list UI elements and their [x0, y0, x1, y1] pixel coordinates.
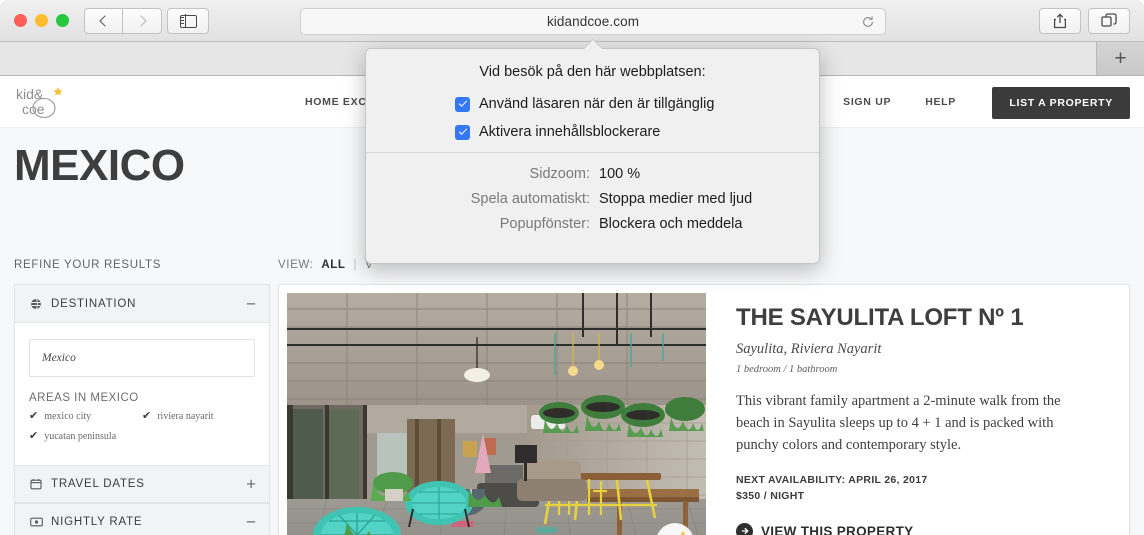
kidandcoe-watermark: kid& coe — [656, 523, 694, 535]
globe-icon — [29, 298, 43, 310]
area-checkbox-riviera-nayarit[interactable]: ✔ riviera nayarit — [142, 410, 255, 423]
collapse-toggle-travel-dates[interactable]: + — [246, 476, 256, 493]
property-description: This vibrant family apartment a 2-minute… — [736, 393, 1061, 454]
filter-title-destination: DESTINATION — [51, 297, 137, 310]
setting-value[interactable]: 100 % — [599, 166, 640, 182]
kidandcoe-logo[interactable]: kid& coe — [14, 82, 72, 124]
address-bar[interactable]: kidandcoe.com — [300, 8, 886, 35]
popover-title: Vid besök på den här webbplatsen: — [479, 64, 706, 80]
minimize-window-button[interactable] — [35, 14, 48, 27]
browser-toolbar: kidandcoe.com — [0, 0, 1144, 42]
view-this-property-link[interactable]: VIEW THIS PROPERTY — [736, 522, 1107, 535]
destination-input[interactable] — [29, 339, 255, 377]
show-all-tabs-icon — [1101, 13, 1117, 27]
check-icon: ✔ — [29, 430, 39, 442]
show-tabs-button[interactable] — [1088, 8, 1130, 34]
check-icon: ✔ — [142, 410, 152, 422]
view-switcher: VIEW: ALL | V — [278, 259, 373, 271]
property-price: $350 / NIGHT — [736, 490, 805, 503]
filter-section-nightly-rate-header[interactable]: NIGHTLY RATE − — [15, 503, 269, 535]
setting-row-popup-windows[interactable]: Popupfönster: Blockera och meddela — [366, 216, 819, 232]
filter-title-nightly-rate: NIGHTLY RATE — [51, 516, 143, 528]
area-label: mexico city — [44, 411, 92, 422]
calendar-icon — [29, 478, 43, 490]
view-option-all[interactable]: ALL — [321, 259, 345, 271]
area-label: riviera nayarit — [157, 411, 214, 422]
view-this-property-label: VIEW THIS PROPERTY — [761, 523, 914, 535]
check-icon: ✔ — [29, 410, 39, 422]
collapse-toggle-destination[interactable]: − — [246, 295, 256, 312]
view-separator: | — [353, 259, 358, 271]
chevron-left-icon — [99, 15, 111, 27]
area-checkbox-yucatan-peninsula[interactable]: ✔ yucatan peninsula — [29, 430, 255, 443]
back-button[interactable] — [84, 8, 123, 34]
reload-icon[interactable] — [861, 15, 875, 29]
checkbox-enable-content-blockers[interactable]: Aktivera innehållsblockerare — [455, 124, 819, 140]
popover-settings-rows: Sidzoom: 100 % Spela automatiskt: Stoppa… — [366, 153, 819, 232]
area-label: yucatan peninsula — [44, 431, 117, 442]
nav-item-help[interactable]: HELP — [925, 96, 956, 108]
setting-row-page-zoom[interactable]: Sidzoom: 100 % — [366, 166, 819, 182]
popover-arrow — [583, 40, 602, 49]
refine-results-label: REFINE YOUR RESULTS — [14, 259, 162, 271]
property-next-availability: NEXT AVAILABILITY: APRIL 26, 2017 — [736, 474, 928, 487]
share-button[interactable] — [1039, 8, 1081, 34]
navigation-buttons — [84, 8, 162, 34]
setting-label: Spela automatiskt: — [470, 191, 590, 207]
page-title: MEXICO — [14, 141, 185, 190]
chevron-right-icon — [134, 15, 147, 27]
filter-section-destination-body: AREAS IN MEXICO ✔ mexico city ✔ riviera … — [15, 323, 269, 465]
property-location: Sayulita, Riviera Nayarit — [736, 341, 882, 358]
setting-row-auto-play[interactable]: Spela automatiskt: Stoppa medier med lju… — [366, 191, 819, 207]
property-availability-block: NEXT AVAILABILITY: APRIL 26, 2017 $350 /… — [736, 473, 1107, 505]
property-card[interactable]: kid& coe THE SAYULITA LOFT Nº 1 Sayulita… — [278, 284, 1130, 535]
areas-checkbox-group: ✔ mexico city ✔ riviera nayarit ✔ yucata… — [29, 411, 255, 451]
money-icon — [29, 517, 43, 527]
filter-title-travel-dates: TRAVEL DATES — [51, 478, 145, 490]
loft-interior-image — [287, 293, 706, 535]
setting-label: Sidzoom: — [529, 166, 590, 182]
popover-checkbox-group: Använd läsaren när den är tillgänglig Ak… — [366, 80, 819, 140]
share-icon — [1053, 13, 1067, 29]
setting-value[interactable]: Blockera och meddela — [599, 216, 742, 232]
window-controls — [14, 14, 69, 27]
checkbox-label: Aktivera innehållsblockerare — [479, 124, 661, 140]
areas-label: AREAS IN MEXICO — [29, 392, 139, 404]
list-a-property-button[interactable]: LIST A PROPERTY — [992, 87, 1130, 119]
safari-window: kidandcoe.com + kid& coe HOME EXCHANGE S… — [0, 0, 1144, 535]
toolbar-right-buttons — [1039, 8, 1130, 34]
collapse-toggle-nightly-rate[interactable]: − — [246, 514, 256, 531]
property-details: THE SAYULITA LOFT Nº 1 Sayulita, Riviera… — [706, 293, 1121, 535]
checkbox-use-reader[interactable]: Använd läsaren när den är tillgänglig — [455, 96, 819, 112]
checkbox-label: Använd läsaren när den är tillgänglig — [479, 96, 715, 112]
sidebar-toggle-button[interactable] — [167, 8, 209, 34]
website-settings-popover: Vid besök på den här webbplatsen: Använd… — [365, 40, 820, 264]
filter-section-destination-header[interactable]: DESTINATION − — [15, 285, 269, 323]
filter-section-travel-dates-header[interactable]: TRAVEL DATES + — [15, 465, 269, 503]
new-tab-button[interactable]: + — [1097, 42, 1144, 75]
zoom-window-button[interactable] — [56, 14, 69, 27]
url-text: kidandcoe.com — [546, 14, 640, 29]
close-window-button[interactable] — [14, 14, 27, 27]
checkbox-checked-icon[interactable] — [455, 96, 470, 112]
view-label: VIEW: — [278, 259, 314, 271]
setting-value[interactable]: Stoppa medier med ljud — [599, 191, 752, 207]
filter-sidebar: DESTINATION − AREAS IN MEXICO ✔ mexico c… — [14, 284, 270, 535]
property-rooms: 1 bedroom / 1 bathroom — [736, 364, 838, 376]
setting-label: Popupfönster: — [499, 216, 590, 232]
property-photo[interactable]: kid& coe — [287, 293, 706, 535]
property-title[interactable]: THE SAYULITA LOFT Nº 1 — [736, 304, 1107, 331]
arrow-right-circle-icon — [736, 522, 753, 535]
checkbox-checked-icon[interactable] — [455, 124, 470, 140]
forward-button[interactable] — [123, 8, 162, 34]
area-checkbox-mexico-city[interactable]: ✔ mexico city — [29, 410, 142, 423]
sidebar-toggle-icon — [179, 14, 197, 28]
nav-item-sign-up[interactable]: SIGN UP — [843, 96, 891, 108]
